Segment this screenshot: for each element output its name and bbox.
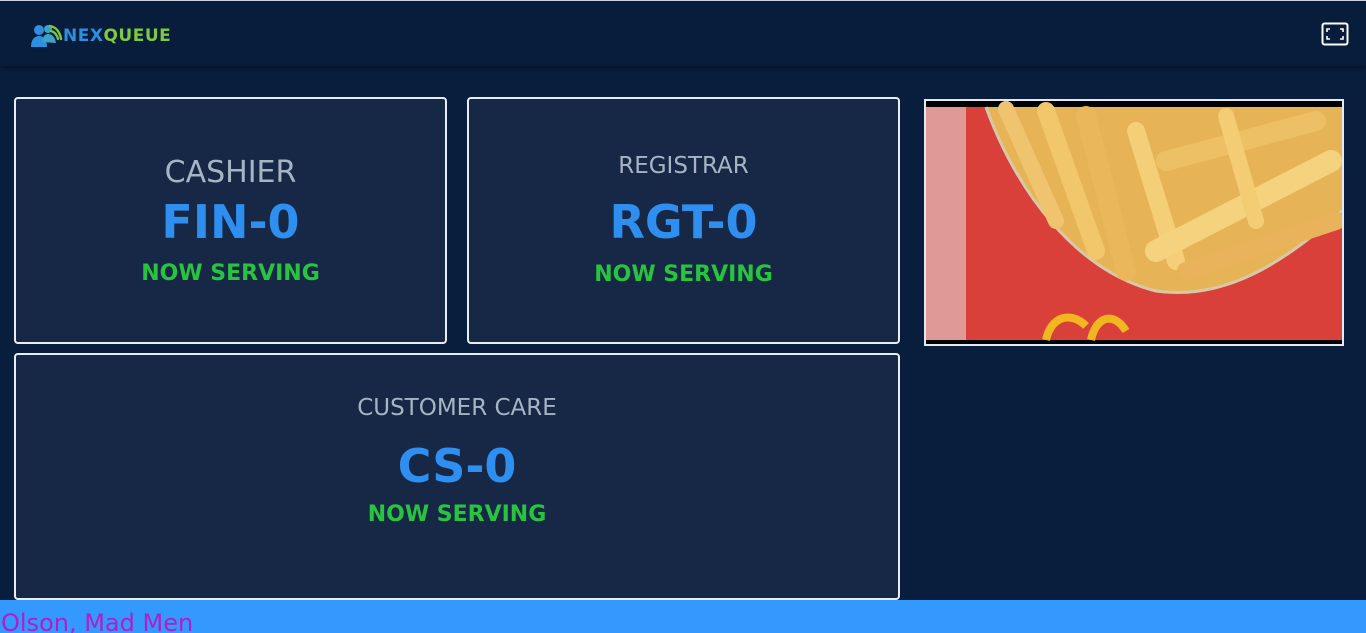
ticket-number: CS-0 [397,439,517,493]
people-queue-icon [31,24,63,47]
top-bar: NEXQUEUE [0,0,1366,66]
serving-status: NOW SERVING [594,262,773,287]
serving-status: NOW SERVING [141,261,320,286]
logo: NEXQUEUE [30,23,171,49]
counter-card-cashier: CASHIER FIN-0 NOW SERVING [14,97,447,344]
counter-name: CUSTOMER CARE [357,395,557,421]
media-player[interactable] [924,99,1344,346]
logo-text-queue: QUEUE [103,26,172,46]
fullscreen-icon [1321,22,1349,46]
logo-text-nex: NEX [63,26,104,46]
counter-name: REGISTRAR [618,153,749,179]
ticket-number: RGT-0 [609,195,758,249]
ticket-number: FIN-0 [161,195,300,249]
serving-status: NOW SERVING [367,502,547,527]
fullscreen-button[interactable] [1321,22,1349,46]
ticker-text: Olson, Mad Men [1,609,194,633]
counter-card-customer-care: CUSTOMER CARE CS-0 NOW SERVING [14,353,900,600]
news-ticker: Olson, Mad Men [0,600,1366,633]
counter-card-registrar: REGISTRAR RGT-0 NOW SERVING [467,97,900,344]
counter-name: CASHIER [164,155,297,190]
fries-image [926,101,1342,344]
logo-text: NEXQUEUE [63,23,171,49]
